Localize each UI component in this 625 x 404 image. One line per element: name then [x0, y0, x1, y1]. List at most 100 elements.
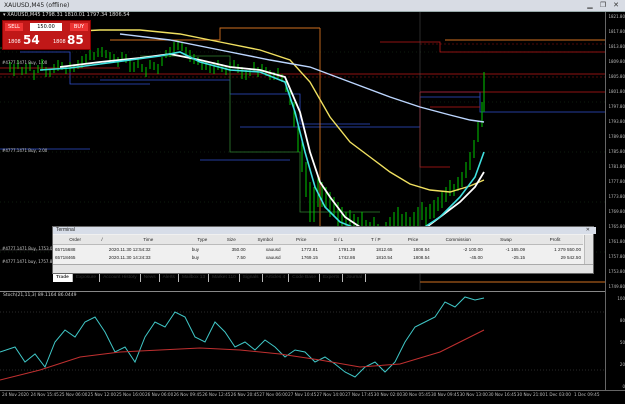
time-tick: 25 Nov 16:00	[116, 392, 145, 397]
osc-tick: 50	[619, 340, 625, 345]
time-tick: 26 Nov 12:45	[202, 392, 231, 397]
sell-price-small[interactable]: 1808	[8, 39, 21, 45]
time-tick: 30 Nov 13:00	[459, 392, 488, 397]
price-tick: 1785.80	[608, 149, 625, 154]
order-cell: -2 100.00	[463, 246, 483, 252]
symbol-info: ▾ XAUUSD,M45 1798.31 1810.01 1797.34 180…	[3, 12, 130, 18]
terminal-tab[interactable]: Market 110	[209, 274, 240, 282]
time-tick: 26 Nov 06:00	[145, 392, 174, 397]
price-tick: 1805.80	[608, 74, 625, 79]
terminal-tab[interactable]: Articles 4	[263, 274, 290, 282]
column-header[interactable]: T / P	[357, 235, 395, 245]
time-tick: 26 Nov 09:45	[173, 392, 202, 397]
column-header[interactable]: Profit	[527, 235, 583, 245]
stochastic-main-line	[0, 296, 485, 378]
time-tick: 1 Dec 09:45	[574, 392, 600, 397]
sell-price-big[interactable]: 54	[23, 33, 40, 47]
time-tick: 30 Nov 09:45	[431, 392, 460, 397]
order-cell: 1810.54	[375, 254, 393, 260]
column-header[interactable]: Type	[189, 235, 215, 245]
terminal-tab[interactable]: Trade	[53, 274, 73, 282]
terminal-tab[interactable]: Alerts	[160, 274, 179, 282]
sell-button[interactable]: SELL	[5, 23, 23, 31]
order-cell: -25.15	[512, 254, 526, 260]
osc-tick: 20	[619, 362, 625, 367]
column-header[interactable]: S / L	[319, 235, 358, 245]
price-tick: 1753.80	[608, 269, 625, 274]
order-cell: 65715688	[55, 246, 76, 252]
column-header[interactable]: Size	[214, 235, 248, 245]
window-titlebar[interactable]: XAUUSD,M45 (offline) ▁ ❐ ✕	[0, 0, 625, 12]
price-tick: 1781.80	[608, 164, 625, 169]
order-cell: 1808.54	[413, 246, 430, 252]
terminal-tab[interactable]: News	[141, 274, 160, 282]
time-tick: 25 Nov 12:00	[87, 392, 117, 397]
terminal-panel: Terminal ✕ Order / Time Type Size Symbol Price…	[52, 226, 596, 282]
minimize-icon[interactable]: ▁	[585, 1, 595, 9]
lot-size-input[interactable]: 150.00	[30, 23, 62, 31]
column-header[interactable]: Symbol	[247, 235, 283, 245]
order-cell	[97, 253, 107, 261]
column-header[interactable]: /	[97, 235, 107, 245]
price-tick: 1765.80	[608, 224, 625, 229]
terminal-tab[interactable]: Signals	[240, 274, 263, 282]
time-tick: 27 Nov 17:45	[345, 392, 374, 397]
terminal-tab[interactable]: Account History	[100, 274, 141, 282]
column-header[interactable]: Commission	[431, 235, 485, 245]
order-cell: 7.50	[236, 254, 246, 260]
terminal-tab[interactable]: Mailbox 13	[179, 274, 210, 282]
order-cell	[97, 245, 107, 254]
column-header[interactable]: Price	[394, 235, 432, 245]
time-tick: 26 Nov 20:45	[230, 392, 260, 397]
line-label-c: #4777.1471 Buy, 1753.00	[2, 246, 55, 251]
terminal-tab[interactable]: Experts	[320, 274, 344, 282]
column-header[interactable]: Price	[282, 235, 320, 245]
close-icon[interactable]: ✕	[611, 1, 621, 9]
time-tick: 30 Nov 02:00	[373, 392, 403, 397]
order-cell: 1812.65	[375, 246, 393, 252]
line-label-d: #4777.1471 buy, 1757.80	[2, 259, 55, 264]
chart-line-labels: #4777.1471 Buy, 1.00 #4777.1471 Buy, 2.0…	[2, 60, 55, 264]
terminal-scrollbar[interactable]	[584, 235, 593, 264]
column-header[interactable]: Swap	[484, 235, 528, 245]
ma-blue-line	[119, 33, 485, 123]
price-tick: 1761.80	[608, 239, 625, 244]
terminal-close-icon[interactable]: ✕	[586, 227, 590, 234]
line-label-b: #4777.1471 Buy, 2.00	[2, 148, 48, 153]
price-tick: 1817.80	[608, 29, 625, 34]
order-cell: xauusd	[265, 246, 281, 252]
restore-icon[interactable]: ❐	[598, 1, 608, 9]
price-tick: 1773.80	[608, 194, 625, 199]
price-axis: 1821.80 1817.80 1813.80 1809.80 1805.80 1801.…	[605, 12, 625, 392]
buy-price-big[interactable]: 85	[67, 33, 84, 47]
window-title: XAUUSD,M45 (offline)	[4, 2, 70, 9]
time-tick: 30 Nov 21:00	[516, 392, 546, 397]
oscillator-label: Stoch(21,11,3) 89.1164 86.0449	[3, 293, 77, 298]
line-label-a: #4777.1471 Buy, 1.00	[2, 60, 48, 65]
order-row[interactable]: 65715688 2020.11.30 12:54:32 buy 350.00 xauu…	[53, 245, 583, 254]
order-cell: 1769.15	[301, 254, 318, 260]
order-cell: xauusd	[265, 254, 281, 260]
buy-button[interactable]: BUY	[70, 23, 88, 31]
oscillator-chart[interactable]	[0, 292, 605, 390]
time-tick: 27 Nov 10:45	[288, 392, 317, 397]
price-tick: 1793.80	[608, 119, 625, 124]
osc-tick: 80	[619, 318, 625, 323]
terminal-tab[interactable]: Exposure	[73, 274, 101, 282]
terminal-tab[interactable]: Code Base	[289, 274, 320, 282]
stochastic-signal-line	[0, 329, 485, 381]
column-header[interactable]: Order	[53, 235, 98, 245]
time-tick: 25 Nov 06:00	[59, 392, 88, 397]
ma-cyan-line	[39, 51, 485, 235]
column-header[interactable]: Time	[106, 235, 190, 245]
price-tick: 1749.80	[608, 284, 625, 289]
terminal-tab[interactable]: Journal	[343, 274, 366, 282]
price-tick: 1797.80	[608, 104, 625, 109]
order-cell: -45.00	[469, 254, 483, 260]
price-tick: 1813.80	[608, 44, 625, 49]
time-tick: 27 Nov 14:00	[316, 392, 345, 397]
time-tick: 27 Nov 06:00	[259, 392, 288, 397]
orders-table: Order / Time Type Size Symbol Price S / LT / PP…	[53, 235, 583, 261]
buy-price-small[interactable]: 1808	[53, 39, 66, 45]
order-row[interactable]: 65718465 2020.11.30 14:24:33 buy 7.50 xauusd…	[53, 253, 583, 261]
